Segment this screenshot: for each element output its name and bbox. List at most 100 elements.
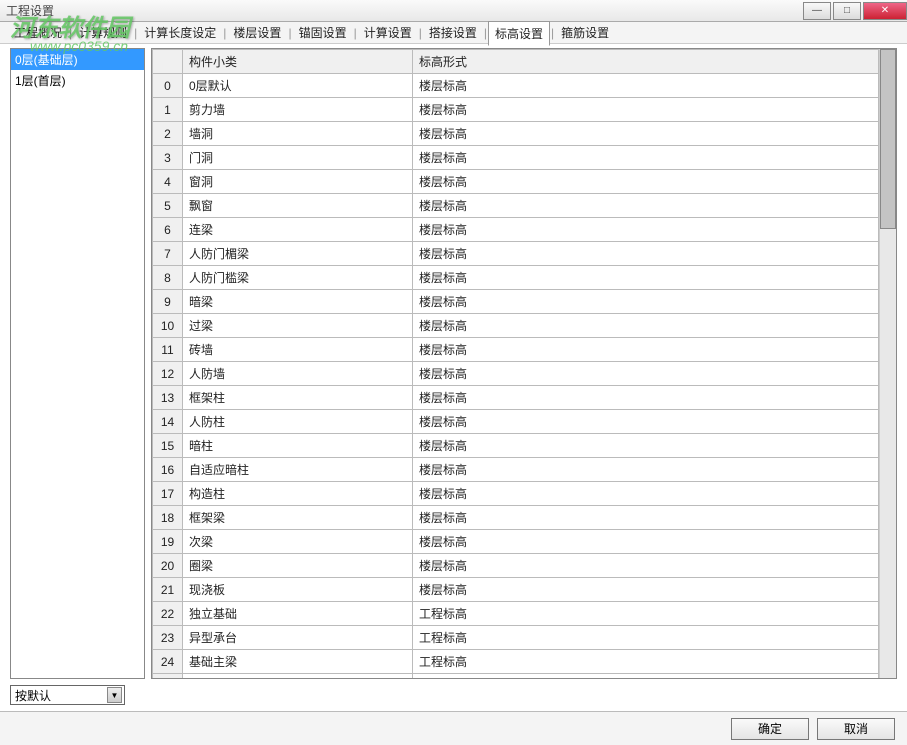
table-row[interactable]: 4窗洞楼层标高 <box>153 170 879 194</box>
table-row[interactable]: 18框架梁楼层标高 <box>153 506 879 530</box>
table-row[interactable]: 10过梁楼层标高 <box>153 314 879 338</box>
tab-0[interactable]: 工程概况 <box>8 21 68 44</box>
cell-component[interactable]: 基础主梁 <box>183 650 413 674</box>
cell-component[interactable]: 人防柱 <box>183 410 413 434</box>
cell-component[interactable]: 构造柱 <box>183 482 413 506</box>
tab-5[interactable]: 计算设置 <box>358 21 418 44</box>
table-row[interactable]: 24基础主梁工程标高 <box>153 650 879 674</box>
cell-component[interactable]: 现浇板 <box>183 578 413 602</box>
cancel-button[interactable]: 取消 <box>817 718 895 740</box>
cell-component[interactable]: 暗柱 <box>183 434 413 458</box>
tab-8[interactable]: 箍筋设置 <box>555 21 615 44</box>
cell-component[interactable]: 过梁 <box>183 314 413 338</box>
cell-component[interactable]: 独立基础 <box>183 602 413 626</box>
table-row[interactable]: 20圈梁楼层标高 <box>153 554 879 578</box>
cell-component[interactable]: 砖墙 <box>183 338 413 362</box>
cell-component[interactable]: 人防门楣梁 <box>183 242 413 266</box>
tab-6[interactable]: 搭接设置 <box>423 21 483 44</box>
cell-component[interactable]: 门洞 <box>183 146 413 170</box>
cell-elevation[interactable]: 楼层标高 <box>413 242 879 266</box>
maximize-button[interactable]: □ <box>833 2 861 20</box>
table-row[interactable]: 13框架柱楼层标高 <box>153 386 879 410</box>
cell-component[interactable]: 飘窗 <box>183 194 413 218</box>
col-header-elevation[interactable]: 标高形式 <box>413 50 879 74</box>
cell-component[interactable]: 墙洞 <box>183 122 413 146</box>
cell-elevation[interactable]: 楼层标高 <box>413 218 879 242</box>
cell-component[interactable]: 框架柱 <box>183 386 413 410</box>
sidebar-item-1[interactable]: 1层(首层) <box>11 70 144 91</box>
cell-component[interactable]: 框架梁 <box>183 506 413 530</box>
cell-elevation[interactable]: 楼层标高 <box>413 410 879 434</box>
floor-list[interactable]: 0层(基础层)1层(首层) <box>10 48 145 679</box>
cell-component[interactable]: 圈梁 <box>183 554 413 578</box>
cell-component[interactable]: 剪力墙 <box>183 98 413 122</box>
close-button[interactable]: ✕ <box>863 2 907 20</box>
table-row[interactable]: 00层默认楼层标高 <box>153 74 879 98</box>
table-row[interactable]: 11砖墙楼层标高 <box>153 338 879 362</box>
table-row[interactable]: 16自适应暗柱楼层标高 <box>153 458 879 482</box>
cell-elevation[interactable]: 楼层标高 <box>413 170 879 194</box>
vertical-scrollbar[interactable] <box>879 49 896 678</box>
table-row[interactable]: 7人防门楣梁楼层标高 <box>153 242 879 266</box>
minimize-button[interactable]: — <box>803 2 831 20</box>
table-row[interactable]: 23异型承台工程标高 <box>153 626 879 650</box>
cell-component[interactable]: 异型承台 <box>183 626 413 650</box>
cell-component[interactable]: 基础次梁 <box>183 674 413 679</box>
cell-elevation[interactable]: 楼层标高 <box>413 482 879 506</box>
table-row[interactable]: 14人防柱楼层标高 <box>153 410 879 434</box>
tab-1[interactable]: 计算规则 <box>73 21 133 44</box>
scrollbar-thumb[interactable] <box>880 49 896 229</box>
cell-component[interactable]: 窗洞 <box>183 170 413 194</box>
table-row[interactable]: 5飘窗楼层标高 <box>153 194 879 218</box>
cell-elevation[interactable]: 楼层标高 <box>413 98 879 122</box>
cell-elevation[interactable]: 楼层标高 <box>413 314 879 338</box>
table-row[interactable]: 6连梁楼层标高 <box>153 218 879 242</box>
elevation-table[interactable]: 构件小类 标高形式 00层默认楼层标高1剪力墙楼层标高2墙洞楼层标高3门洞楼层标… <box>152 49 879 678</box>
cell-elevation[interactable]: 工程标高 <box>413 674 879 679</box>
cell-component[interactable]: 自适应暗柱 <box>183 458 413 482</box>
default-mode-dropdown[interactable]: 按默认 ▼ <box>10 685 125 705</box>
tab-7[interactable]: 标高设置 <box>488 21 550 46</box>
table-row[interactable]: 9暗梁楼层标高 <box>153 290 879 314</box>
table-row[interactable]: 12人防墙楼层标高 <box>153 362 879 386</box>
cell-elevation[interactable]: 楼层标高 <box>413 386 879 410</box>
cell-elevation[interactable]: 楼层标高 <box>413 458 879 482</box>
cell-elevation[interactable]: 楼层标高 <box>413 290 879 314</box>
table-row[interactable]: 25基础次梁工程标高 <box>153 674 879 679</box>
cell-elevation[interactable]: 楼层标高 <box>413 578 879 602</box>
ok-button[interactable]: 确定 <box>731 718 809 740</box>
cell-elevation[interactable]: 楼层标高 <box>413 74 879 98</box>
cell-component[interactable]: 次梁 <box>183 530 413 554</box>
cell-elevation[interactable]: 楼层标高 <box>413 146 879 170</box>
sidebar-item-0[interactable]: 0层(基础层) <box>11 49 144 70</box>
table-row[interactable]: 19次梁楼层标高 <box>153 530 879 554</box>
table-row[interactable]: 17构造柱楼层标高 <box>153 482 879 506</box>
cell-elevation[interactable]: 楼层标高 <box>413 338 879 362</box>
cell-elevation[interactable]: 楼层标高 <box>413 266 879 290</box>
cell-component[interactable]: 0层默认 <box>183 74 413 98</box>
cell-component[interactable]: 连梁 <box>183 218 413 242</box>
table-row[interactable]: 15暗柱楼层标高 <box>153 434 879 458</box>
cell-elevation[interactable]: 工程标高 <box>413 650 879 674</box>
col-header-component[interactable]: 构件小类 <box>183 50 413 74</box>
cell-elevation[interactable]: 楼层标高 <box>413 506 879 530</box>
table-row[interactable]: 1剪力墙楼层标高 <box>153 98 879 122</box>
cell-elevation[interactable]: 楼层标高 <box>413 530 879 554</box>
cell-component[interactable]: 人防门槛梁 <box>183 266 413 290</box>
cell-elevation[interactable]: 楼层标高 <box>413 554 879 578</box>
tab-2[interactable]: 计算长度设定 <box>138 21 222 44</box>
cell-elevation[interactable]: 工程标高 <box>413 626 879 650</box>
table-row[interactable]: 8人防门槛梁楼层标高 <box>153 266 879 290</box>
cell-elevation[interactable]: 楼层标高 <box>413 362 879 386</box>
cell-component[interactable]: 暗梁 <box>183 290 413 314</box>
tab-4[interactable]: 锚固设置 <box>293 21 353 44</box>
tab-3[interactable]: 楼层设置 <box>227 21 287 44</box>
cell-elevation[interactable]: 楼层标高 <box>413 122 879 146</box>
table-row[interactable]: 2墙洞楼层标高 <box>153 122 879 146</box>
cell-component[interactable]: 人防墙 <box>183 362 413 386</box>
table-row[interactable]: 22独立基础工程标高 <box>153 602 879 626</box>
table-row[interactable]: 3门洞楼层标高 <box>153 146 879 170</box>
table-row[interactable]: 21现浇板楼层标高 <box>153 578 879 602</box>
cell-elevation[interactable]: 工程标高 <box>413 602 879 626</box>
cell-elevation[interactable]: 楼层标高 <box>413 194 879 218</box>
